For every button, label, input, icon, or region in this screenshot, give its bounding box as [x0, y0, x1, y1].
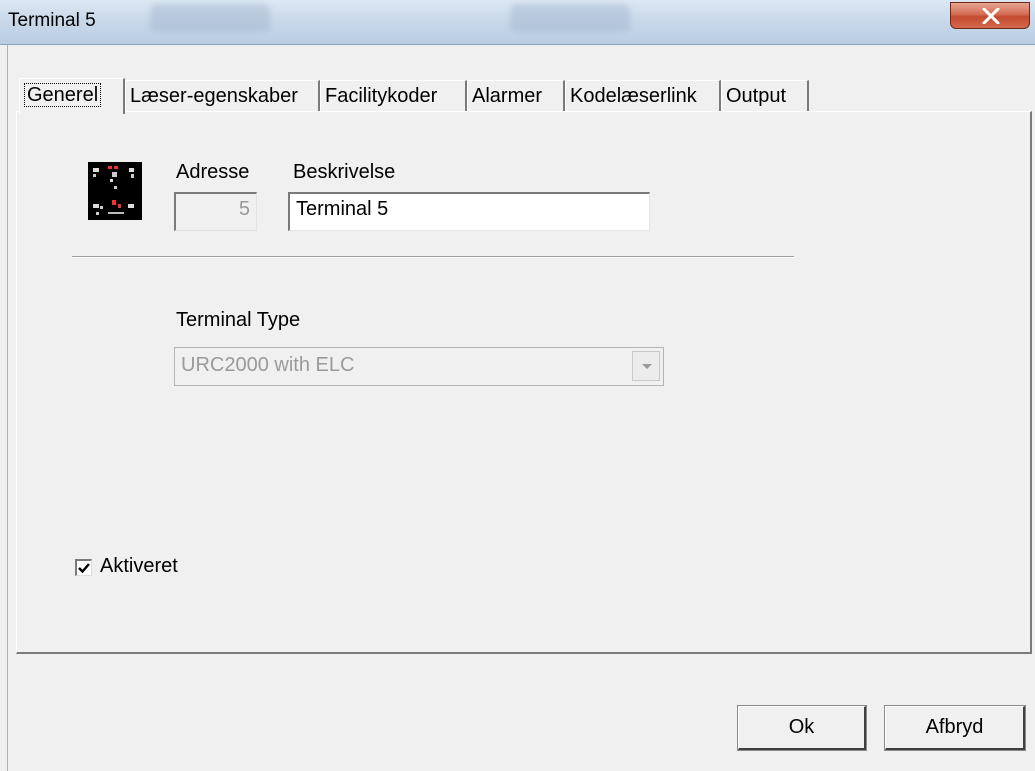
- dropdown-button[interactable]: [632, 351, 660, 381]
- tab-label: Alarmer: [472, 85, 543, 107]
- terminal-type-label: Terminal Type: [176, 309, 301, 331]
- activated-label[interactable]: Aktiveret: [100, 555, 178, 578]
- description-label: Beskrivelse: [293, 161, 396, 183]
- tab-facilitykoder[interactable]: Facilitykoder: [320, 80, 467, 111]
- blurred-background: [510, 4, 630, 32]
- checkmark-icon: [78, 563, 90, 574]
- description-field[interactable]: Terminal 5: [288, 192, 650, 231]
- address-label: Adresse: [176, 161, 250, 183]
- section-divider: [72, 256, 794, 258]
- tab-label: Generel: [24, 83, 102, 107]
- terminal-type-value: URC2000 with ELC: [181, 354, 355, 376]
- close-button[interactable]: [950, 2, 1030, 29]
- terminal-device-icon: [88, 162, 142, 220]
- close-icon: [982, 8, 1000, 24]
- window-left-edge: [0, 45, 8, 771]
- chevron-down-icon: [642, 364, 652, 369]
- ok-button[interactable]: Ok: [737, 705, 867, 751]
- tab-kodelaeserlink[interactable]: Kodelæserlink: [565, 80, 721, 111]
- cancel-button[interactable]: Afbryd: [884, 705, 1026, 751]
- tab-label: Facilitykoder: [325, 85, 438, 107]
- window-title: Terminal 5: [8, 10, 96, 31]
- tab-output[interactable]: Output: [721, 80, 809, 111]
- terminal-type-select[interactable]: URC2000 with ELC: [174, 347, 664, 386]
- tab-label: Output: [726, 85, 787, 107]
- tab-generel[interactable]: Generel: [19, 78, 125, 114]
- tab-label: Læser-egenskaber: [130, 85, 298, 107]
- tab-label: Kodelæserlink: [570, 85, 697, 107]
- activated-checkbox[interactable]: [75, 559, 92, 576]
- title-bar[interactable]: Terminal 5: [0, 0, 1035, 45]
- tab-alarmer[interactable]: Alarmer: [467, 80, 565, 111]
- address-field[interactable]: 5: [174, 192, 257, 231]
- tab-laeser-egenskaber[interactable]: Læser-egenskaber: [125, 80, 320, 111]
- blurred-background: [150, 4, 270, 32]
